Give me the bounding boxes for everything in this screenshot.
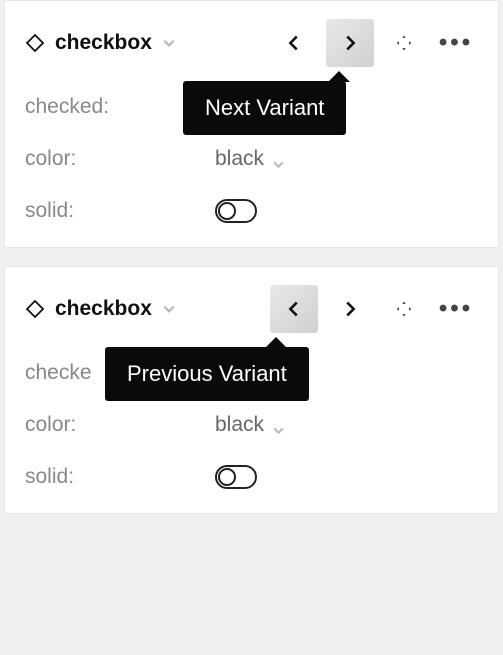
- prop-row-color: color: black: [25, 145, 478, 173]
- move-icon[interactable]: [382, 21, 426, 65]
- panel-header: checkbox •••: [25, 285, 478, 333]
- toggle[interactable]: [215, 199, 257, 223]
- chevron-down-icon: [272, 419, 285, 432]
- prop-value-text: black: [215, 147, 264, 171]
- prop-value: [215, 199, 257, 223]
- prop-label: solid:: [25, 465, 215, 489]
- prop-label: solid:: [25, 199, 215, 223]
- component-name[interactable]: checkbox: [55, 31, 152, 55]
- tooltip: Next Variant: [183, 81, 346, 135]
- prop-value[interactable]: black: [215, 147, 285, 171]
- prev-variant-button[interactable]: [270, 285, 318, 333]
- prop-label: color:: [25, 413, 215, 437]
- prop-value: [215, 465, 257, 489]
- prop-label: color:: [25, 147, 215, 171]
- component-icon: [25, 33, 45, 53]
- nav-group: •••: [270, 285, 478, 333]
- more-icon[interactable]: •••: [434, 287, 478, 331]
- variant-panel: checkbox ••• Previous Variant checke: [4, 266, 499, 514]
- chevron-down-icon[interactable]: [162, 302, 176, 316]
- next-variant-button[interactable]: [326, 285, 374, 333]
- panel-header: checkbox •••: [25, 19, 478, 67]
- prop-row-solid: solid:: [25, 197, 478, 225]
- tooltip: Previous Variant: [105, 347, 309, 401]
- chevron-down-icon[interactable]: [162, 36, 176, 50]
- prop-row-solid: solid:: [25, 463, 478, 491]
- chevron-down-icon: [272, 153, 285, 166]
- toggle-knob: [218, 202, 236, 220]
- prop-value-text: black: [215, 413, 264, 437]
- prev-variant-button[interactable]: [270, 19, 318, 67]
- toggle[interactable]: [215, 465, 257, 489]
- nav-group: •••: [270, 19, 478, 67]
- prop-value[interactable]: black: [215, 413, 285, 437]
- toggle-knob: [218, 468, 236, 486]
- more-icon[interactable]: •••: [434, 21, 478, 65]
- next-variant-button[interactable]: [326, 19, 374, 67]
- component-icon: [25, 299, 45, 319]
- move-icon[interactable]: [382, 287, 426, 331]
- component-name[interactable]: checkbox: [55, 297, 152, 321]
- prop-row-color: color: black: [25, 411, 478, 439]
- variant-panel: checkbox ••• Next Variant checked: co: [4, 0, 499, 248]
